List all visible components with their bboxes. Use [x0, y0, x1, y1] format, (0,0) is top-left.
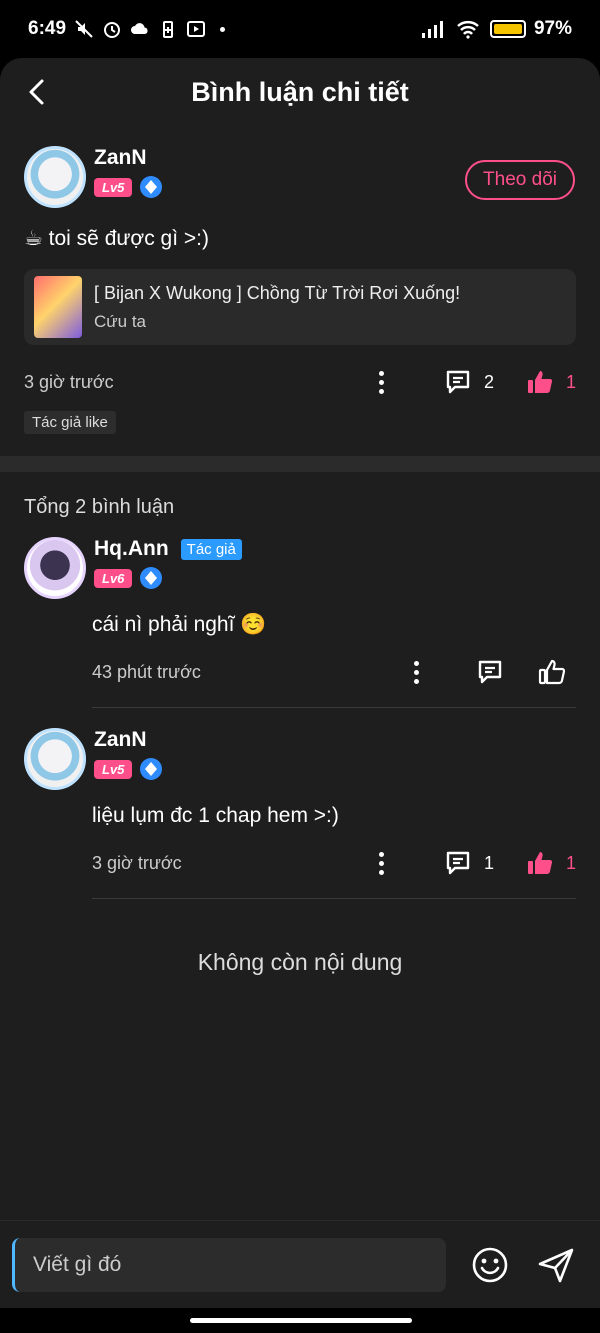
story-cover	[34, 276, 82, 338]
section-divider	[0, 456, 600, 472]
reply-icon	[446, 851, 470, 875]
username[interactable]: ZanN	[94, 146, 147, 170]
total-comments-label: Tổng 2 bình luận	[24, 496, 175, 518]
notification-dot-icon	[220, 26, 226, 32]
comment-text: ☕ toi sẽ được gì >:)	[24, 227, 209, 250]
diamond-badge-icon	[140, 567, 163, 589]
like-count: 1	[565, 852, 576, 873]
comment-detail-screen: Bình luận chi tiết ZanN Lv5 Theo dõi ☕ t…	[0, 58, 600, 1308]
app-notification-icon	[187, 21, 206, 37]
battery-icon	[489, 20, 526, 38]
comment-meta: 43 phút trước	[92, 657, 576, 687]
mute-icon	[75, 20, 93, 38]
comment-input[interactable]	[12, 1237, 446, 1292]
alarm-icon	[104, 22, 121, 38]
username[interactable]: ZanN	[94, 728, 147, 752]
like-button[interactable]: 1	[526, 849, 576, 877]
follow-button[interactable]: Theo dõi	[465, 160, 575, 200]
level-badge: Lv6	[94, 568, 133, 588]
emoji-icon[interactable]	[470, 1245, 510, 1285]
root-comment: ZanN Lv5 Theo dõi ☕ toi sẽ được gì >:) […	[0, 126, 600, 434]
comment-text: liệu lụm đc 1 chap hem >:)	[92, 804, 339, 827]
comment-meta: 3 giờ trước 2 1	[24, 367, 576, 397]
cloud-icon	[131, 23, 148, 34]
thumbs-up-filled-icon	[527, 852, 553, 875]
story-card[interactable]: [ Bijan X Wukong ] Chồng Từ Trời Rơi Xuố…	[24, 269, 576, 345]
comment-time: 3 giờ trước	[92, 852, 182, 873]
send-icon[interactable]	[536, 1245, 576, 1285]
more-options-icon[interactable]	[370, 849, 394, 877]
battery-level: 97%	[533, 18, 572, 39]
no-more-content-label: Không còn nội dung	[197, 949, 403, 975]
comment-text: cái nì phải nghĩ ☺️	[92, 613, 267, 636]
home-indicator	[0, 1308, 600, 1333]
thumbs-up-icon	[538, 659, 566, 685]
reply-comment: Hq.Ann Tác giả Lv6 cái nì phải nghĩ ☺️ 4…	[0, 537, 600, 687]
comment-meta: 3 giờ trước 1 1	[92, 848, 576, 878]
username[interactable]: Hq.Ann	[94, 537, 169, 561]
level-badge: Lv5	[94, 177, 133, 197]
reply-button[interactable]: 2	[444, 368, 494, 396]
divider	[92, 898, 576, 899]
avatar[interactable]	[24, 728, 86, 790]
divider	[92, 707, 576, 708]
more-options-icon[interactable]	[404, 658, 428, 686]
like-count: 1	[565, 371, 576, 392]
status-bar: 6:49 97%	[0, 0, 600, 58]
like-button[interactable]	[538, 658, 566, 686]
reply-count: 1	[483, 852, 494, 873]
like-button[interactable]: 1	[526, 368, 576, 396]
comment-input-bar	[0, 1220, 600, 1308]
author-badge: Tác giả	[180, 538, 242, 560]
avatar[interactable]	[24, 146, 86, 208]
top-bar: Bình luận chi tiết	[0, 58, 600, 126]
page-title: Bình luận chi tiết	[191, 76, 409, 107]
avatar[interactable]	[24, 537, 86, 599]
back-arrow-icon[interactable]	[20, 74, 56, 110]
author-like-tag: Tác giả like	[24, 411, 116, 434]
more-options-icon[interactable]	[370, 368, 394, 396]
reply-button[interactable]	[476, 658, 504, 686]
signal-icon	[421, 21, 443, 38]
status-time: 6:49	[28, 18, 67, 39]
reply-count: 2	[483, 371, 494, 392]
reply-comment: ZanN Lv5 liệu lụm đc 1 chap hem >:) 3 gi…	[0, 728, 600, 878]
reply-button[interactable]: 1	[444, 849, 494, 877]
reply-icon	[446, 370, 470, 394]
wifi-icon	[457, 21, 479, 39]
comment-time: 3 giờ trước	[24, 371, 114, 392]
level-badge: Lv5	[94, 759, 133, 779]
reply-icon	[478, 660, 502, 684]
diamond-badge-icon	[140, 758, 163, 780]
story-title: [ Bijan X Wukong ] Chồng Từ Trời Rơi Xuố…	[94, 282, 461, 303]
story-chapter: Cứu ta	[94, 311, 147, 331]
thumbs-up-filled-icon	[527, 371, 553, 394]
diamond-badge-icon	[140, 176, 163, 198]
battery-saver-icon	[163, 21, 174, 38]
comment-time: 43 phút trước	[92, 661, 201, 682]
